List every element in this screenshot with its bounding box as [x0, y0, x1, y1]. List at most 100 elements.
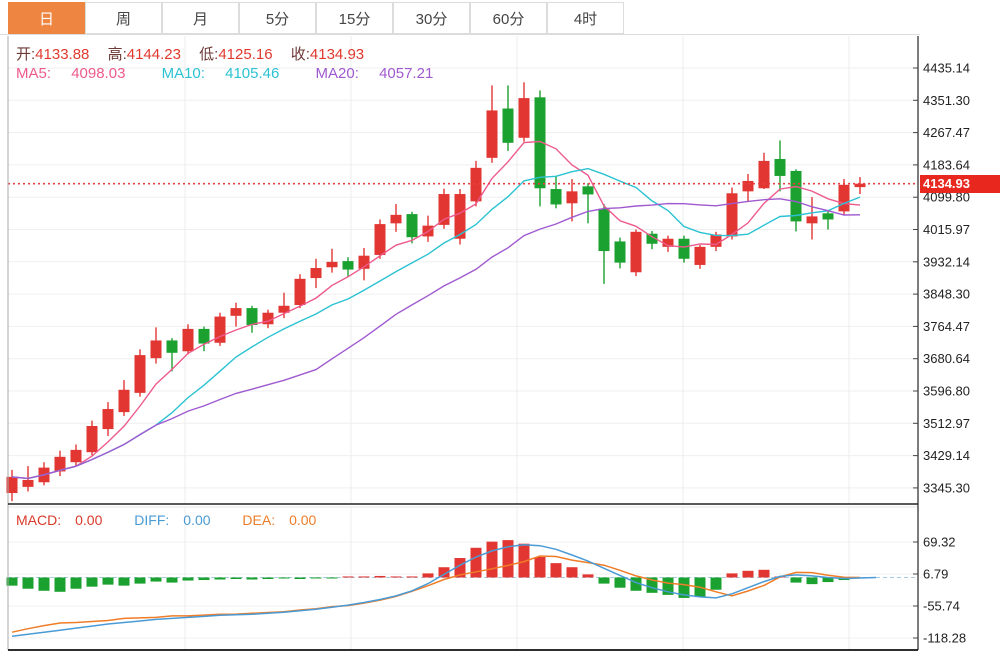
- ma-info-row: MA5: 4098.03 MA10: 4105.46 MA20: 4057.21: [16, 65, 465, 82]
- candle: [487, 85, 498, 162]
- macd-bar: [791, 577, 802, 582]
- macd-bar: [295, 577, 306, 579]
- macd-bar: [119, 577, 130, 585]
- macd-bar: [71, 577, 82, 588]
- main-axis-label: 3932.14: [923, 254, 970, 269]
- ma5-line: [12, 142, 860, 479]
- candle: [391, 204, 402, 232]
- macd-bar: [743, 571, 754, 578]
- main-axis-label: 3512.97: [923, 416, 970, 431]
- macd-bar: [39, 577, 50, 590]
- main-axis-label: 3345.30: [923, 480, 970, 495]
- macd-bar: [567, 567, 578, 577]
- candle: [519, 82, 530, 141]
- candle: [135, 349, 146, 396]
- candle: [71, 444, 82, 466]
- macd-bar: [87, 577, 98, 586]
- macd-label: MACD:: [16, 512, 61, 528]
- macd-bar: [551, 563, 562, 577]
- ma10-text: MA10: 4105.46: [162, 65, 296, 82]
- low-label: 低:: [199, 46, 218, 63]
- candle: [327, 249, 338, 273]
- candle: [503, 85, 514, 151]
- main-axis-label: 3680.64: [923, 351, 970, 366]
- candle: [695, 245, 706, 269]
- ma5-text: MA5: 4098.03: [16, 65, 141, 82]
- main-axis-label: 4351.30: [923, 93, 970, 108]
- candle: [55, 451, 66, 476]
- ma20-value: 4057.21: [379, 65, 433, 82]
- macd-bar: [375, 576, 386, 578]
- diff-text: DIFF:0.00: [134, 512, 224, 528]
- candle: [119, 380, 130, 416]
- ohlc-info-row: 开:4133.88 高:4144.23 低:4125.16 收:4134.93: [16, 43, 364, 64]
- dea-label: DEA:: [242, 512, 275, 528]
- macd-info-row: MACD: 0.00 DIFF:0.00 DEA: 0.00: [16, 512, 344, 528]
- main-axis-label: 3764.47: [923, 319, 970, 334]
- macd-bar: [583, 574, 594, 577]
- macd-bar: [487, 542, 498, 578]
- macd-bar: [55, 577, 66, 591]
- main-axis-label: 4015.97: [923, 222, 970, 237]
- current-price-badge: 4134.93: [920, 175, 1000, 193]
- macd-bar: [215, 577, 226, 579]
- macd-bar: [391, 576, 402, 577]
- candle: [631, 229, 642, 276]
- main-axis-label: 3596.80: [923, 384, 970, 399]
- candle: [679, 236, 690, 263]
- main-axis-label: 3429.14: [923, 448, 970, 463]
- macd-bar: [23, 577, 34, 588]
- macd-bar: [199, 577, 210, 580]
- macd-bar: [279, 577, 290, 578]
- macd-bar: [231, 577, 242, 579]
- macd-axis-label: 69.32: [923, 534, 956, 549]
- macd-bar: [327, 577, 338, 578]
- low-value: 4125.16: [218, 46, 272, 63]
- candle: [551, 176, 562, 208]
- macd-bar: [167, 577, 178, 582]
- macd-bar: [807, 577, 818, 584]
- close-value: 4134.93: [310, 46, 364, 63]
- macd-bar: [599, 577, 610, 583]
- open-value: 4133.88: [35, 46, 89, 63]
- ma10-label: MA10:: [162, 65, 205, 82]
- ma10-value: 4105.46: [225, 65, 279, 82]
- macd-bar: [263, 577, 274, 579]
- ma20-text: MA20: 4057.21: [316, 65, 450, 82]
- macd-value: 0.00: [75, 512, 102, 528]
- candle: [103, 402, 114, 436]
- candle: [807, 197, 818, 239]
- macd-bar: [711, 577, 722, 589]
- main-axis-label: 4267.47: [923, 125, 970, 140]
- high-value: 4144.23: [127, 46, 181, 63]
- candle: [183, 324, 194, 354]
- chart-canvas: 4435.144351.304267.474183.644099.804015.…: [0, 0, 1003, 653]
- ma5-value: 4098.03: [71, 65, 125, 82]
- candle: [615, 238, 626, 269]
- candle: [151, 327, 162, 363]
- macd-bar: [343, 576, 354, 577]
- candle: [87, 421, 98, 456]
- macd-bar: [535, 557, 546, 577]
- macd-bar: [727, 573, 738, 577]
- candle: [535, 90, 546, 206]
- macd-bar: [135, 577, 146, 583]
- macd-axis-label: -118.28: [923, 631, 966, 646]
- candle: [199, 327, 210, 352]
- dea-text: DEA: 0.00: [242, 512, 330, 528]
- candle: [295, 274, 306, 308]
- candle: [247, 306, 258, 333]
- macd-text: MACD: 0.00: [16, 512, 116, 528]
- macd-bar: [759, 570, 770, 578]
- macd-bar: [183, 577, 194, 580]
- ma20-line: [12, 199, 860, 479]
- candle: [599, 204, 610, 284]
- macd-axis-label: -55.74: [923, 598, 960, 613]
- macd-axis-label: 6.79: [923, 566, 948, 581]
- candle: [215, 313, 226, 346]
- main-axis-label: 4435.14: [923, 61, 970, 76]
- candle: [855, 177, 866, 194]
- trading-chart-app: 日周月5分15分30分60分4时 4435.144351.304267.4741…: [0, 0, 1003, 653]
- macd-bar: [407, 576, 418, 577]
- dea-value: 0.00: [289, 512, 316, 528]
